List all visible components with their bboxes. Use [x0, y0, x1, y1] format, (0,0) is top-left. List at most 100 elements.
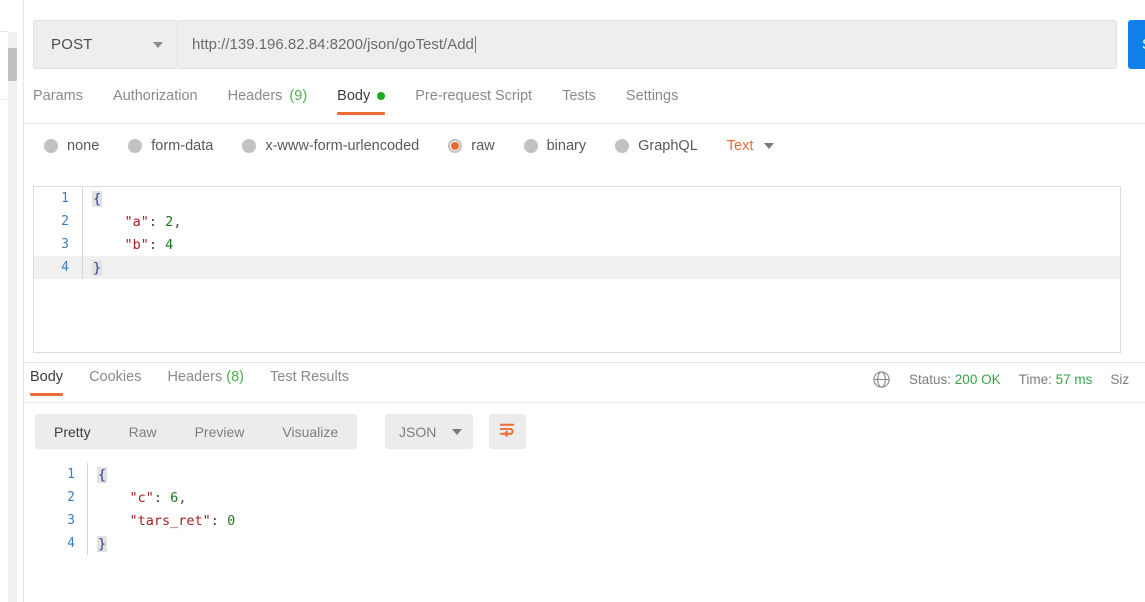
body-type-label: GraphQL	[638, 138, 698, 154]
line-number: 4	[61, 260, 69, 275]
request-tabs-divider	[24, 123, 1145, 124]
request-response-split	[24, 362, 1145, 363]
response-tab-headers[interactable]: Headers (8)	[167, 369, 244, 396]
response-tab-body[interactable]: Body	[30, 369, 64, 396]
line-number: 2	[61, 214, 69, 229]
raw-format-selector[interactable]: Text	[727, 138, 775, 154]
code-token-brace: }	[97, 535, 108, 552]
code-token-key: "a"	[124, 213, 149, 230]
time-group: Time: 57 ms	[1019, 372, 1093, 387]
body-type-graphql[interactable]: GraphQL	[615, 138, 698, 154]
radio-unselected-icon[interactable]	[128, 139, 143, 153]
code-line-text: {	[88, 466, 108, 483]
body-type-x-www-form-urlencoded[interactable]: x-www-form-urlencoded	[242, 138, 419, 154]
request-tab-label: Params	[33, 88, 83, 104]
request-tab-pre-request-script[interactable]: Pre-request Script	[415, 88, 532, 115]
radio-unselected-icon[interactable]	[44, 139, 58, 153]
code-token-punc: :	[148, 236, 166, 253]
status-label: Status:	[909, 372, 952, 387]
body-type-radio-group: none form-data x-www-form-urlencoded raw bin…	[44, 138, 775, 154]
code-token-key: "tars_ret"	[129, 512, 211, 529]
request-url-input[interactable]: http://139.196.82.84:8200/json/goTest/Ad…	[178, 20, 1117, 69]
request-tab-authorization[interactable]: Authorization	[113, 88, 198, 115]
request-body-editor[interactable]: 1{2 "a": 2, 3 "b": 4 4}	[33, 186, 1121, 353]
body-type-form-data[interactable]: form-data	[128, 138, 213, 154]
response-tab-label: Headers	[167, 369, 223, 385]
request-tab-label: Tests	[562, 88, 596, 104]
response-format-tabs: Pretty Raw Preview Visualize	[35, 414, 358, 449]
line-number: 3	[61, 237, 69, 252]
line-number: 2	[67, 490, 75, 505]
code-line: 1{	[34, 187, 1120, 210]
sidebar-scrollbar-thumb[interactable]	[8, 48, 17, 81]
size-label: Siz	[1110, 372, 1130, 387]
request-tab-headers[interactable]: Headers (9)	[228, 88, 308, 115]
request-body-code[interactable]: 1{2 "a": 2, 3 "b": 4 4}	[34, 187, 1120, 279]
request-tab-body[interactable]: Body	[337, 88, 386, 115]
http-method-selector[interactable]: POST	[33, 20, 178, 69]
radio-unselected-icon[interactable]	[523, 139, 538, 153]
response-format-visualize[interactable]: Visualize	[263, 414, 357, 449]
response-format-raw[interactable]: Raw	[110, 414, 176, 449]
code-line: 1{	[43, 463, 235, 486]
radio-unselected-icon[interactable]	[615, 139, 630, 153]
request-url-value: http://139.196.82.84:8200/json/goTest/Ad…	[192, 36, 474, 53]
request-tab-count: (9)	[289, 88, 308, 104]
response-format-pretty[interactable]: Pretty	[35, 414, 110, 449]
wrap-text-button[interactable]	[489, 414, 526, 449]
response-tab-count: (8)	[222, 369, 245, 385]
code-token-num: 4	[165, 236, 174, 253]
response-tab-label: Cookies	[89, 369, 142, 385]
chevron-down-icon	[764, 143, 775, 149]
request-tab-label: Pre-request Script	[415, 88, 533, 104]
request-tab-params[interactable]: Params	[33, 88, 83, 115]
send-button[interactable]: Send	[1128, 20, 1145, 69]
wrap-text-icon	[498, 420, 517, 444]
code-token-punc: ,	[178, 489, 187, 506]
response-tabs-divider	[24, 402, 1145, 403]
response-format-preview[interactable]: Preview	[176, 414, 264, 449]
chevron-down-icon	[452, 428, 462, 435]
request-tab-bar: Params Authorization Headers (9) Body Pre-req…	[33, 88, 708, 124]
body-modified-dot-icon	[377, 92, 386, 100]
response-tab-test-results[interactable]: Test Results	[270, 369, 349, 396]
code-line: 2 "a": 2,	[34, 210, 1120, 233]
code-line-text: "b": 4	[83, 236, 174, 253]
request-tab-tests[interactable]: Tests	[562, 88, 596, 115]
status-group: Status: 200 OK	[909, 372, 1001, 387]
response-language-selector[interactable]: JSON	[385, 414, 473, 449]
body-type-label: binary	[546, 138, 587, 154]
left-hairline-top	[0, 31, 8, 32]
code-line: 3 "b": 4	[34, 233, 1120, 256]
code-line: 4}	[43, 532, 235, 555]
radio-selected-icon[interactable]	[448, 139, 463, 153]
text-cursor	[474, 36, 476, 53]
body-type-binary[interactable]: binary	[523, 138, 587, 154]
code-token-brace: {	[92, 190, 103, 207]
code-token-key: "c"	[129, 489, 154, 506]
left-hairline-second	[0, 99, 8, 100]
code-line-text: "c": 6,	[88, 489, 187, 506]
body-type-label: form-data	[151, 138, 214, 154]
code-token-punc: ,	[173, 213, 182, 230]
request-tab-label: Settings	[625, 88, 679, 104]
line-number: 1	[61, 191, 69, 206]
code-token-brace: {	[97, 466, 108, 483]
response-tab-cookies[interactable]: Cookies	[89, 369, 141, 396]
body-type-label: x-www-form-urlencoded	[265, 138, 420, 154]
body-type-raw[interactable]: raw	[448, 138, 495, 154]
body-type-none[interactable]: none	[44, 138, 99, 154]
radio-unselected-icon[interactable]	[242, 139, 257, 153]
response-body-code[interactable]: 1{2 "c": 6, 3 "tars_ret": 0 4}	[43, 463, 235, 555]
sidebar-scrollbar-track[interactable]	[8, 32, 17, 602]
pane-divider	[23, 0, 24, 602]
code-token-punc: :	[210, 512, 228, 529]
body-type-label: raw	[471, 138, 495, 154]
request-tab-settings[interactable]: Settings	[626, 88, 678, 115]
response-tab-label: Test Results	[270, 369, 349, 385]
request-tab-label: Body	[337, 88, 371, 104]
